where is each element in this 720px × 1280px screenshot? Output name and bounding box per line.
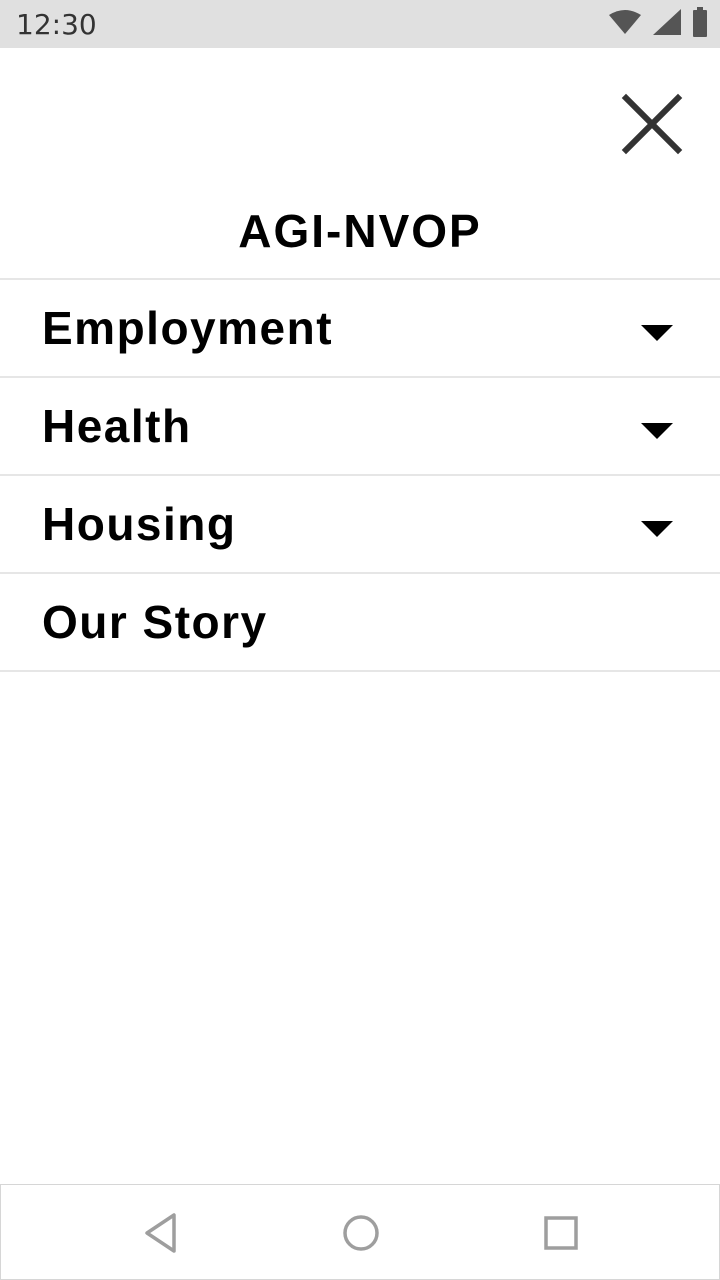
menu-item-label: Housing (42, 498, 237, 550)
recents-button[interactable] (539, 1211, 583, 1255)
recents-icon (544, 1216, 578, 1250)
menu-item-our-story[interactable]: Our Story (0, 574, 720, 672)
status-icons (608, 6, 708, 42)
caret-down-icon[interactable] (641, 325, 673, 341)
nav-menu: Employment Health Housing Our Story (0, 278, 720, 672)
back-button[interactable] (139, 1211, 183, 1255)
close-icon (621, 93, 683, 155)
menu-item-health[interactable]: Health (0, 378, 720, 476)
system-nav-bar (0, 1184, 720, 1280)
wifi-icon (608, 9, 642, 40)
menu-item-housing[interactable]: Housing (0, 476, 720, 574)
close-menu-button[interactable] (614, 86, 690, 162)
home-button[interactable] (339, 1211, 383, 1255)
menu-item-label: Health (42, 400, 192, 452)
menu-item-label: Employment (42, 302, 334, 354)
status-time: 12:30 (16, 8, 97, 41)
signal-icon (652, 8, 682, 41)
menu-item-employment[interactable]: Employment (0, 280, 720, 378)
caret-down-icon[interactable] (641, 423, 673, 439)
back-icon (145, 1213, 176, 1253)
caret-down-icon[interactable] (641, 521, 673, 537)
menu-title: AGI-NVOP (238, 205, 482, 257)
menu-item-label: Our Story (42, 596, 268, 648)
battery-icon (692, 6, 708, 42)
home-icon (343, 1215, 379, 1251)
status-bar: 12:30 (0, 0, 720, 48)
